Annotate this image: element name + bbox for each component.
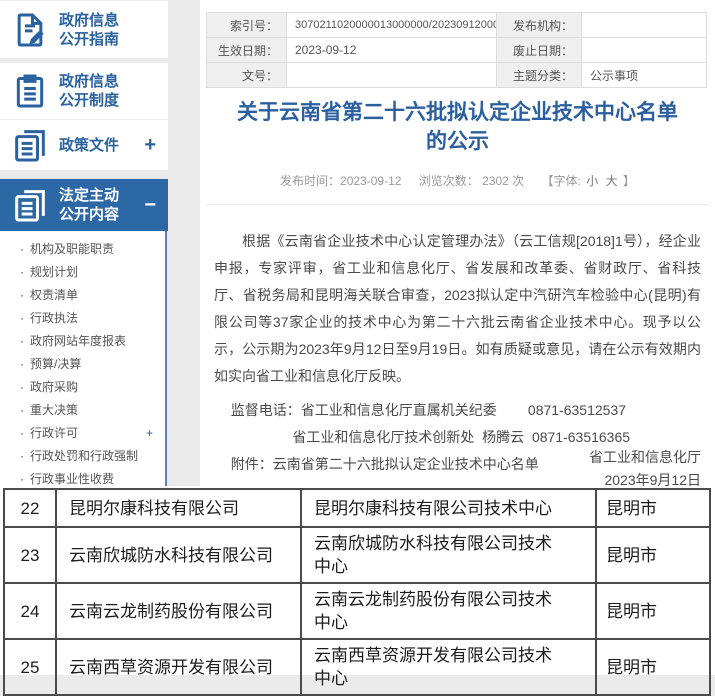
company-name: 云南欣城防水科技有限公司 xyxy=(56,527,301,583)
table-row: 25 云南西草资源开发有限公司 云南西草资源开发有限公司技术中心 昆明市 xyxy=(4,639,710,695)
sidebar-item-label: 法定主动公开内容 xyxy=(59,186,119,224)
article-paragraph: 根据《云南省企业技术中心认定管理办法》（云工信规[2018]1号），经企业申报，… xyxy=(214,228,701,390)
row-number: 22 xyxy=(4,489,56,527)
meta-value-effective-date: 2023-09-12 xyxy=(287,38,497,63)
tech-center-name: 云南欣城防水科技有限公司技术中心 xyxy=(301,527,596,583)
submenu-item-enforcement[interactable]: ·行政执法 xyxy=(0,307,165,330)
bullet-icon: · xyxy=(20,376,24,399)
meta-value-doc-number xyxy=(287,63,497,88)
collapse-minus-icon[interactable]: − xyxy=(144,194,160,217)
table-row: 24 云南云龙制药股份有限公司 云南云龙制药股份有限公司技术中心 昆明市 xyxy=(4,583,710,639)
table-row: 23 云南欣城防水科技有限公司 云南欣城防水科技有限公司技术中心 昆明市 xyxy=(4,527,710,583)
copy-icon xyxy=(10,125,50,165)
title-divider xyxy=(206,204,709,205)
bullet-icon: · xyxy=(20,307,24,330)
meta-label-effective-date: 生效日期： xyxy=(207,38,287,63)
meta-label-publisher: 发布机构： xyxy=(497,13,582,38)
meta-value-repeal-date xyxy=(582,38,707,63)
expand-plus-icon[interactable]: + xyxy=(144,134,160,157)
page-title: 关于云南省第二十六批拟认定企业技术中心名单的公示 xyxy=(200,98,715,156)
city-name: 昆明市 xyxy=(596,489,710,527)
company-name: 云南云龙制药股份有限公司 xyxy=(56,583,301,639)
submenu-item-penalty-coercion[interactable]: ·行政处罚和行政强制 xyxy=(0,445,165,468)
main-content-panel: 索引号： 3070211020000013000000/202309120000… xyxy=(200,0,715,492)
row-number: 25 xyxy=(4,639,56,695)
bullet-icon: · xyxy=(20,261,24,284)
meta-label-repeal-date: 废止日期： xyxy=(497,38,582,63)
row-number: 23 xyxy=(4,527,56,583)
bullet-icon: · xyxy=(20,445,24,468)
font-smaller-button[interactable]: 小 xyxy=(586,174,598,188)
font-larger-button[interactable]: 大 xyxy=(606,174,618,188)
sidebar-item-guide[interactable]: 政府信息公开指南 xyxy=(0,1,168,58)
sidebar-item-system[interactable]: 政府信息公开制度 xyxy=(0,63,168,119)
supervision-phone-line1: 监督电话：省工业和信息化厅直属机关纪委 0871-63512537 xyxy=(231,397,701,424)
tech-center-list-table: 22 昆明尔康科技有限公司 昆明尔康科技有限公司技术中心 昆明市 23 云南欣城… xyxy=(3,488,711,696)
submenu-item-org-duties[interactable]: ·机构及职能职责 xyxy=(0,238,165,261)
sidebar-item-policy-files[interactable]: 政策文件 + xyxy=(0,120,168,170)
sidebar-item-label: 政府信息公开指南 xyxy=(59,11,119,49)
font-size-label-end: 】 xyxy=(623,174,635,188)
submenu-item-power-list[interactable]: ·权责清单 xyxy=(0,284,165,307)
tech-center-name: 云南云龙制药股份有限公司技术中心 xyxy=(301,583,596,639)
city-name: 昆明市 xyxy=(596,527,710,583)
meta-label-category: 主题分类： xyxy=(497,63,582,88)
views-label: 浏览次数： xyxy=(419,174,479,188)
font-size-label: 【字体: xyxy=(542,174,581,188)
expand-plus-icon[interactable]: + xyxy=(146,422,153,445)
submenu-item-admin-license[interactable]: ·行政许可+ xyxy=(0,422,165,445)
copy-icon xyxy=(10,185,50,225)
company-name: 昆明尔康科技有限公司 xyxy=(56,489,301,527)
bullet-icon: · xyxy=(20,284,24,307)
clipboard-icon xyxy=(10,71,50,111)
signer-name: 省工业和信息化厅 xyxy=(200,446,701,469)
views-count: 2302 xyxy=(482,174,509,188)
bullet-icon: · xyxy=(20,353,24,376)
sidebar-item-label: 政策文件 xyxy=(59,136,119,155)
meta-value-publisher xyxy=(582,13,707,38)
meta-value-index: 3070211020000013000000/2023091200000389 xyxy=(287,13,497,38)
company-name: 云南西草资源开发有限公司 xyxy=(56,639,301,695)
sidebar-submenu: ·机构及职能职责 ·规划计划 ·权责清单 ·行政执法 ·政府网站年度报表 ·预算… xyxy=(0,231,167,490)
meta-row: 生效日期： 2023-09-12 废止日期： xyxy=(207,38,707,63)
meta-value-category: 公示事项 xyxy=(582,63,707,88)
meta-label-index: 索引号： xyxy=(207,13,287,38)
tech-center-name: 云南西草资源开发有限公司技术中心 xyxy=(301,639,596,695)
meta-row: 索引号： 3070211020000013000000/202309120000… xyxy=(207,13,707,38)
table-row: 22 昆明尔康科技有限公司 昆明尔康科技有限公司技术中心 昆明市 xyxy=(4,489,710,527)
bullet-icon: · xyxy=(20,330,24,353)
submenu-item-major-decisions[interactable]: ·重大决策 xyxy=(0,399,165,422)
submenu-item-annual-report[interactable]: ·政府网站年度报表 xyxy=(0,330,165,353)
submenu-item-procurement[interactable]: ·政府采购 xyxy=(0,376,165,399)
bullet-icon: · xyxy=(20,238,24,261)
document-meta-table: 索引号： 3070211020000013000000/202309120000… xyxy=(206,12,707,88)
submenu-item-budget[interactable]: ·预算/决算 xyxy=(0,353,165,376)
sidebar-item-statutory-disclosure[interactable]: 法定主动公开内容 − xyxy=(0,179,168,231)
bullet-icon: · xyxy=(20,399,24,422)
attachment-table-section: 22 昆明尔康科技有限公司 昆明尔康科技有限公司技术中心 昆明市 23 云南欣城… xyxy=(0,486,715,675)
article-body: 根据《云南省企业技术中心认定管理办法》（云工信规[2018]1号），经企业申报，… xyxy=(200,228,715,478)
publish-time: 发布时间：2023-09-12 xyxy=(280,174,401,188)
meta-label-doc-number: 文号： xyxy=(207,63,287,88)
file-pen-icon xyxy=(10,10,50,50)
submenu-item-planning[interactable]: ·规划计划 xyxy=(0,261,165,284)
views-unit: 次 xyxy=(512,174,524,188)
row-number: 24 xyxy=(4,583,56,639)
publish-info-line: 发布时间：2023-09-12 浏览次数： 2302 次 【字体: 小 大 】 xyxy=(200,172,715,189)
city-name: 昆明市 xyxy=(596,583,710,639)
sidebar-item-label: 政府信息公开制度 xyxy=(59,72,119,110)
city-name: 昆明市 xyxy=(596,639,710,695)
tech-center-name: 昆明尔康科技有限公司技术中心 xyxy=(301,489,596,527)
bullet-icon: · xyxy=(20,422,24,445)
meta-row: 文号： 主题分类： 公示事项 xyxy=(207,63,707,88)
